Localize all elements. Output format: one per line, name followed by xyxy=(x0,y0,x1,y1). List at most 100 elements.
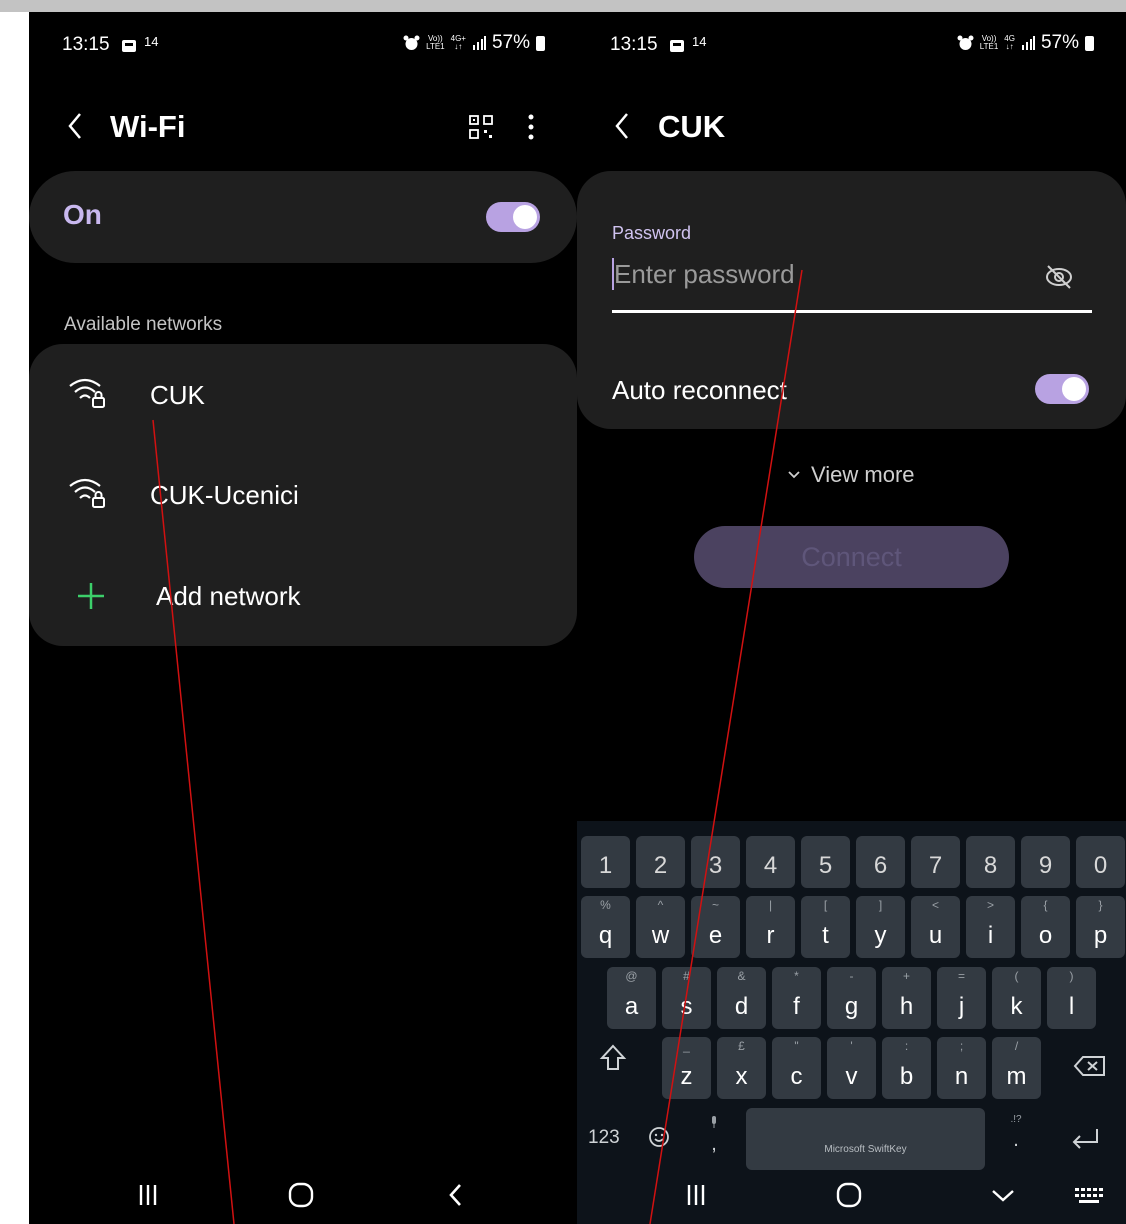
letter-key[interactable]: * f xyxy=(772,967,821,1029)
connect-button[interactable]: Connect xyxy=(694,526,1009,588)
shift-key[interactable] xyxy=(599,1043,627,1073)
key-label: r xyxy=(766,922,775,949)
letter-key[interactable]: ; n xyxy=(937,1037,986,1099)
letter-key[interactable]: > i xyxy=(966,896,1015,958)
signal-icon xyxy=(1021,36,1035,50)
network-item-cuk[interactable]: CUK xyxy=(29,344,577,444)
key-label: b xyxy=(899,1063,914,1090)
back-nav-icon[interactable] xyxy=(441,1180,471,1210)
password-label: Password xyxy=(612,223,692,243)
period-key[interactable]: .!? . xyxy=(1007,1114,1025,1152)
letter-key[interactable]: & d xyxy=(717,967,766,1029)
qr-code-icon[interactable] xyxy=(469,115,493,139)
letter-key[interactable]: " c xyxy=(772,1037,821,1099)
letter-key[interactable]: [t xyxy=(801,896,850,958)
number-key[interactable]: 7 xyxy=(911,836,960,888)
letter-key[interactable]: ^ w xyxy=(636,896,685,958)
back-button[interactable] xyxy=(612,111,634,141)
letter-key[interactable]: + h xyxy=(882,967,931,1029)
auto-reconnect-label: Auto reconnect xyxy=(612,375,787,405)
letter-key[interactable]: :b xyxy=(882,1037,931,1099)
add-network-label: Add network xyxy=(156,581,301,611)
data-indicator: 4G+ ↓↑ xyxy=(450,34,466,51)
network-name: CUK xyxy=(150,380,205,410)
battery-icon xyxy=(1085,35,1094,51)
letter-key[interactable]: £ x xyxy=(717,1037,766,1099)
home-icon[interactable] xyxy=(834,1180,864,1210)
letter-key[interactable]: (k xyxy=(992,967,1041,1029)
wifi-toggle-card[interactable]: On xyxy=(29,171,577,263)
letter-key[interactable]: ' v xyxy=(827,1037,876,1099)
view-more-link[interactable]: View more xyxy=(787,460,915,490)
battery-percent: 57% xyxy=(1040,32,1079,53)
key-symbol: % xyxy=(600,898,611,912)
number-key[interactable]: 5 xyxy=(801,836,850,888)
navigation-bar xyxy=(29,1168,577,1224)
key-symbol: > xyxy=(986,898,994,912)
networks-card: CUK CUK-Ucenici Add network xyxy=(29,344,577,646)
letter-key[interactable]: ] y xyxy=(856,896,905,958)
keyboard-switch-icon[interactable] xyxy=(1074,1180,1104,1210)
alarm-icon xyxy=(403,35,420,50)
letter-key[interactable]: ) l xyxy=(1047,967,1096,1029)
letter-key[interactable]: @ a xyxy=(607,967,656,1029)
letter-key[interactable]: = j xyxy=(937,967,986,1029)
enter-key[interactable] xyxy=(1070,1127,1100,1151)
key-symbol: ~ xyxy=(711,898,719,912)
key-label: p xyxy=(1093,922,1108,949)
key-symbol: & xyxy=(737,969,746,983)
key-symbol: = xyxy=(957,969,965,983)
auto-reconnect-switch[interactable] xyxy=(1035,374,1089,404)
home-icon[interactable] xyxy=(286,1180,316,1210)
key-label: y xyxy=(874,922,887,949)
key-label: x xyxy=(735,1063,748,1090)
section-label: Available networks xyxy=(64,314,223,335)
number-key[interactable]: 8 xyxy=(966,836,1015,888)
letter-key[interactable]: _ z xyxy=(662,1037,711,1099)
status-time: 13:15 xyxy=(610,34,658,55)
comma-key[interactable]: , xyxy=(702,1115,726,1156)
key-symbol: £ xyxy=(738,1039,745,1053)
letter-key[interactable]: # s xyxy=(662,967,711,1029)
hide-keyboard-icon[interactable] xyxy=(988,1180,1018,1210)
letter-key[interactable]: < u xyxy=(911,896,960,958)
network-item-cuk-ucenici[interactable]: CUK-Ucenici xyxy=(29,444,577,544)
number-key[interactable]: 0 xyxy=(1076,836,1125,888)
key-label: s xyxy=(680,993,693,1020)
wifi-switch[interactable] xyxy=(486,202,540,232)
letter-key[interactable]: % q xyxy=(581,896,630,958)
add-network-item[interactable]: Add network xyxy=(29,544,577,644)
volte-indicator: Vo)) LTE1 xyxy=(426,34,445,51)
letter-key[interactable]: {o xyxy=(1021,896,1070,958)
backspace-key[interactable] xyxy=(1073,1055,1107,1077)
letter-key[interactable]: | r xyxy=(746,896,795,958)
battery-percent: 57% xyxy=(491,32,530,53)
back-button[interactable] xyxy=(65,111,87,141)
num-switch-key[interactable]: 123 xyxy=(588,1127,620,1149)
letter-key[interactable]: ~ e xyxy=(691,896,740,958)
number-key[interactable]: 1 xyxy=(581,836,630,888)
number-key[interactable]: 3 xyxy=(691,836,740,888)
key-symbol: + xyxy=(902,969,910,983)
key-label: z xyxy=(680,1063,693,1090)
space-bar[interactable]: Microsoft SwiftKey xyxy=(746,1108,985,1170)
letter-key[interactable]: } p xyxy=(1076,896,1125,958)
number-key[interactable]: 4 xyxy=(746,836,795,888)
show-password-icon[interactable] xyxy=(1044,263,1074,291)
password-field[interactable]: Enter password xyxy=(612,253,1092,313)
letter-key[interactable]: -g xyxy=(827,967,876,1029)
recent-apps-icon[interactable] xyxy=(133,1180,163,1210)
key-label: o xyxy=(1038,922,1053,949)
key-label: h xyxy=(899,993,914,1020)
number-key[interactable]: 6 xyxy=(856,836,905,888)
letter-key[interactable]: / m xyxy=(992,1037,1041,1099)
recent-apps-icon[interactable] xyxy=(681,1180,711,1210)
key-label: w xyxy=(651,922,670,949)
emoji-key[interactable] xyxy=(648,1126,670,1148)
app-header: CUK xyxy=(577,107,1126,147)
key-label: j xyxy=(958,993,965,1020)
key-label: d xyxy=(734,993,749,1020)
number-key[interactable]: 2 xyxy=(636,836,685,888)
more-options-icon[interactable] xyxy=(526,113,536,141)
number-key[interactable]: 9 xyxy=(1021,836,1070,888)
